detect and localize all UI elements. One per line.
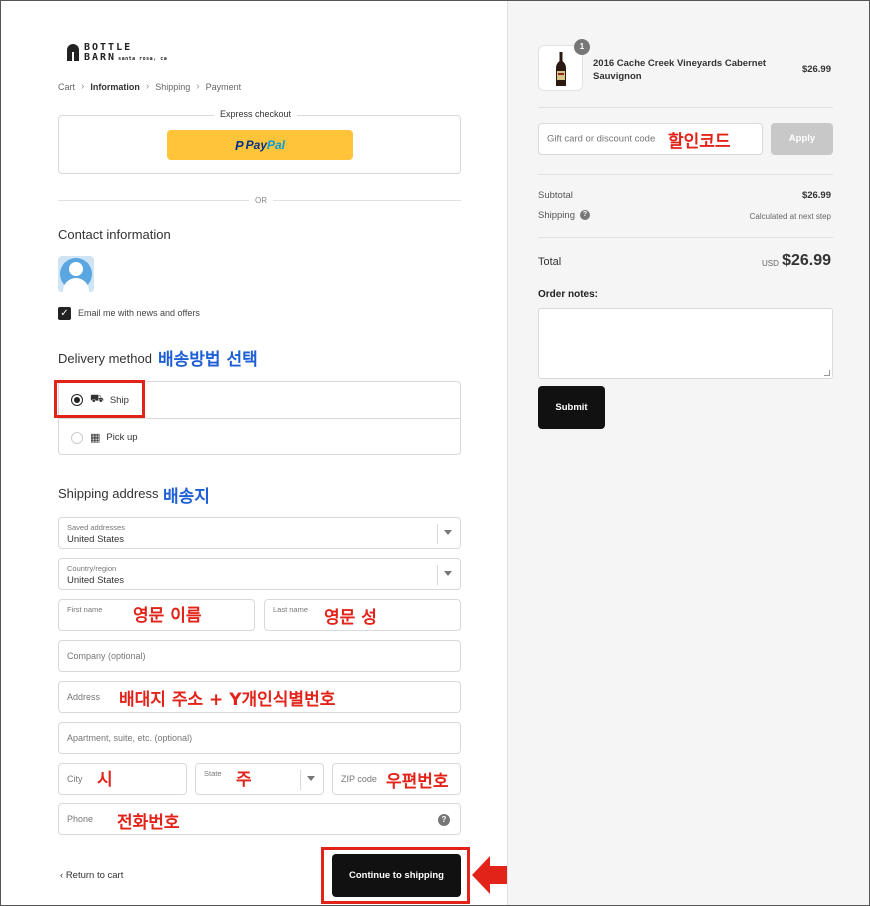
- shipping-title: Shipping address: [58, 486, 159, 501]
- chevron-right-icon: ›: [196, 81, 200, 92]
- apply-button[interactable]: Apply: [771, 123, 833, 155]
- paypal-icon: P: [234, 137, 244, 153]
- return-to-cart-link[interactable]: ‹ Return to cart: [60, 870, 123, 881]
- pointer-arrow-icon: [472, 856, 507, 894]
- bottle-barn-logo-icon: [67, 44, 79, 61]
- delivery-option-pickup[interactable]: ▦ Pick up: [59, 419, 460, 456]
- last-name-annotation: 영문 성: [324, 608, 377, 628]
- help-icon[interactable]: ?: [438, 814, 450, 826]
- country-value: United States: [67, 575, 125, 586]
- first-name-label: First name: [67, 605, 103, 614]
- store-icon: ▦: [90, 432, 101, 444]
- saved-addresses-select[interactable]: Saved addresses United States: [58, 517, 461, 549]
- address-annotation: 배대지 주소 + Y개인식별번호: [119, 690, 336, 710]
- country-select[interactable]: Country/region United States: [58, 558, 461, 590]
- discount-annotation: 할인코드: [668, 132, 731, 152]
- help-icon[interactable]: ?: [579, 210, 590, 221]
- company-field[interactable]: Company (optional): [58, 640, 461, 672]
- checkout-main: BOTTLE BARN santa rosa, ca Cart › Informa…: [1, 1, 507, 905]
- address-placeholder: Address: [67, 692, 101, 702]
- saved-addresses-value: United States: [67, 534, 125, 545]
- order-notes-label: Order notes:: [538, 289, 599, 300]
- chevron-down-icon: [444, 571, 452, 576]
- company-placeholder: Company (optional): [67, 651, 146, 661]
- paypal-label-pay: Pay: [245, 138, 267, 152]
- chevron-right-icon: ›: [81, 81, 85, 92]
- subtotal-value: $26.99: [801, 190, 831, 201]
- city-annotation: 시: [97, 770, 113, 790]
- first-name-annotation: 영문 이름: [133, 606, 202, 626]
- chevron-right-icon: ›: [145, 81, 150, 92]
- last-name-label: Last name: [273, 605, 309, 614]
- divider: [538, 174, 833, 175]
- state-select[interactable]: State: [195, 763, 324, 795]
- paypal-button[interactable]: P Pay Pal: [167, 130, 353, 160]
- country-label: Country/region: [67, 564, 117, 573]
- breadcrumb-shipping: Shipping: [155, 81, 191, 92]
- delivery-annotation: 배송방법 선택: [158, 350, 258, 370]
- shipping-label: Shipping?: [538, 210, 590, 221]
- delivery-title: Delivery method: [58, 351, 152, 366]
- pickup-radio[interactable]: [71, 431, 83, 444]
- total-value: $26.99: [782, 252, 831, 269]
- breadcrumb: Cart › Information › Shipping › Payment: [58, 81, 241, 92]
- brand-sub: santa rosa, ca: [118, 56, 168, 62]
- breadcrumb-cart[interactable]: Cart: [58, 82, 75, 92]
- email-opt-in-label: Email me with news and offers: [78, 308, 200, 318]
- continue-to-shipping-button[interactable]: Continue to shipping: [332, 854, 461, 897]
- email-opt-in-checkbox[interactable]: ✓: [58, 307, 71, 320]
- apartment-field[interactable]: Apartment, suite, etc. (optional): [58, 722, 461, 754]
- quantity-badge: 1: [574, 39, 590, 55]
- order-summary: 1 2016 Cache Creek Vineyards Cabernet Sa…: [507, 1, 869, 905]
- product-name: 2016 Cache Creek Vineyards Cabernet Sauv…: [593, 58, 767, 82]
- paypal-label-pal: Pal: [267, 138, 286, 152]
- total-currency: USD: [762, 259, 779, 268]
- zip-annotation: 우편번호: [386, 772, 449, 792]
- or-text: OR: [249, 196, 273, 205]
- brand-logo[interactable]: BOTTLE BARN santa rosa, ca: [67, 43, 167, 64]
- state-label: State: [204, 769, 222, 778]
- phone-annotation: 전화번호: [117, 813, 180, 833]
- zip-placeholder: ZIP code: [341, 774, 377, 784]
- saved-addresses-label: Saved addresses: [67, 523, 125, 532]
- pickup-label: Pick up: [106, 432, 138, 443]
- state-annotation: 주: [236, 770, 252, 790]
- submit-button[interactable]: Submit: [538, 386, 605, 429]
- breadcrumb-payment: Payment: [205, 81, 242, 92]
- divider: [538, 237, 833, 238]
- shipping-annotation: 배송지: [163, 487, 210, 507]
- subtotal-label: Subtotal: [538, 190, 573, 201]
- apartment-placeholder: Apartment, suite, etc. (optional): [67, 733, 193, 743]
- chevron-down-icon: [444, 530, 452, 535]
- product-price: $26.99: [801, 64, 831, 75]
- divider: [538, 107, 833, 108]
- breadcrumb-information: Information: [90, 81, 140, 92]
- wine-bottle-icon: [556, 52, 566, 86]
- chevron-down-icon: [307, 776, 315, 781]
- discount-placeholder: Gift card or discount code: [547, 133, 656, 145]
- express-checkout-title: Express checkout: [214, 109, 298, 119]
- resize-handle-icon[interactable]: [824, 370, 830, 376]
- phone-placeholder: Phone: [67, 814, 94, 824]
- city-placeholder: City: [67, 774, 83, 784]
- brand-name-line2: BARN santa rosa, ca: [84, 52, 168, 63]
- ship-highlight-box: [54, 380, 145, 418]
- order-notes-textarea[interactable]: [538, 308, 833, 379]
- user-avatar: [58, 256, 94, 292]
- avatar-icon: [58, 256, 94, 292]
- total-label: Total: [538, 256, 562, 268]
- city-field[interactable]: City: [58, 763, 187, 795]
- express-checkout: Express checkout P Pay Pal: [58, 109, 461, 174]
- shipping-value: Calculated at next step: [749, 212, 831, 221]
- contact-title: Contact information: [58, 227, 171, 242]
